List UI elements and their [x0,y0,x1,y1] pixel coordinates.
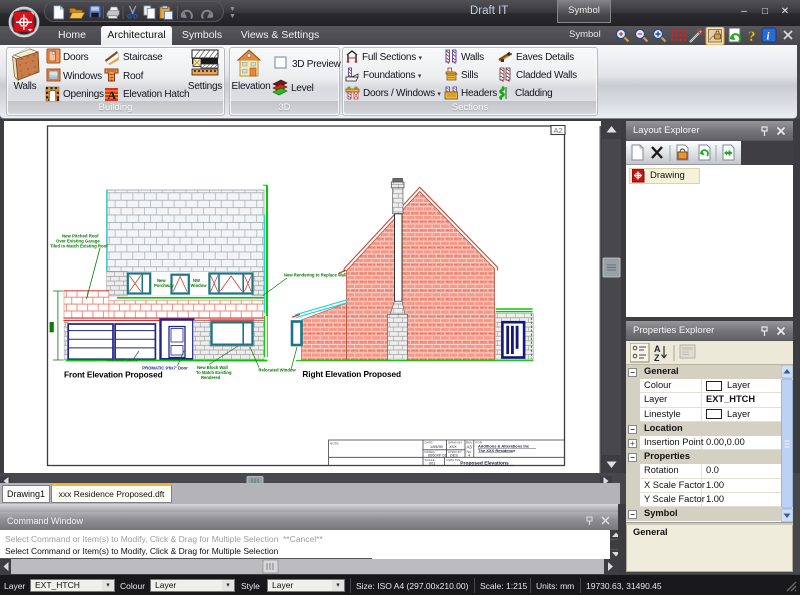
svg-text:4: 4 [468,454,470,458]
svg-text:DWG Title: DWG Title [447,458,461,462]
svg-text:DATE:: DATE: [425,440,434,444]
svg-text:Window: Window [191,283,208,288]
svg-text:001: 001 [429,461,435,465]
svg-text:Relocated Window: Relocated Window [259,367,297,372]
svg-text:A2: A2 [554,126,563,135]
svg-text:1/05/99: 1/05/99 [430,445,443,449]
svg-text:New Rendering to Replace Wall: New Rendering to Replace Wall [284,273,346,278]
svg-text:Porchway: Porchway [154,283,174,288]
svg-text:Rendered: Rendered [201,375,221,380]
svg-text:Right Elevation Proposed: Right Elevation Proposed [302,369,401,379]
svg-text:Front Elevation Proposed: Front Elevation Proposed [64,370,163,380]
svg-text:A3: A3 [467,444,473,449]
svg-text:DES: DES [450,453,458,457]
svg-text:DRWN BY: DRWN BY [448,440,463,444]
svg-text:Z: Z [654,353,660,363]
svg-text:Tiled to Match Existing Roof: Tiled to Match Existing Roof [50,244,108,249]
svg-text:?: ? [748,29,756,45]
svg-text:0000XF 01: 0000XF 01 [428,453,447,457]
svg-text:Proposed Elevations: Proposed Elevations [460,461,509,467]
svg-text:NOTE: NOTE [330,441,339,445]
svg-text:XXX: XXX [449,445,457,449]
svg-text:The XXX Residence: The XXX Residence [478,448,516,453]
